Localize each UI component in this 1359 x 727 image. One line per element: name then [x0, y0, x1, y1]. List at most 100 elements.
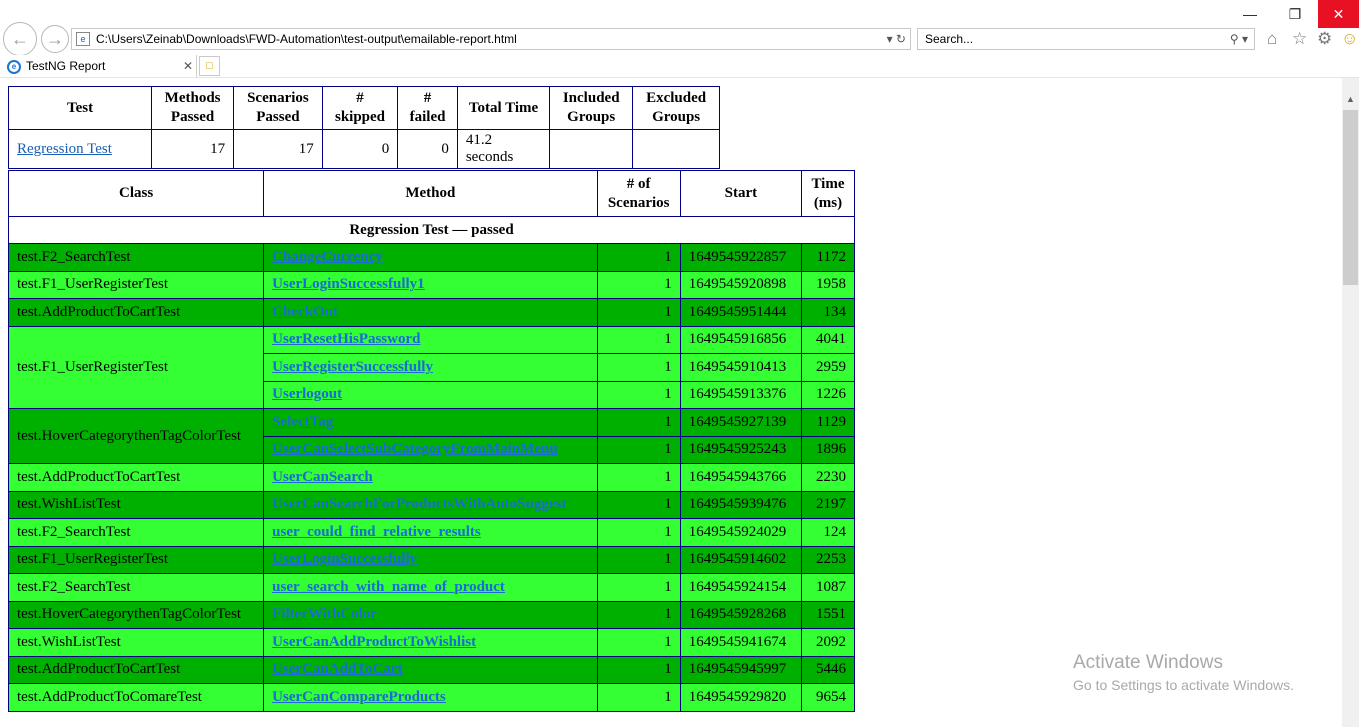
method-link[interactable]: FilterWithColor [272, 606, 377, 622]
header-scenarios-passed: Scenarios Passed [233, 86, 323, 130]
start-cell: 1649545951444 [679, 298, 802, 327]
class-cell: test.F2_SearchTest [7, 243, 265, 272]
group-title: Regression Test — passed [8, 216, 855, 244]
method-link[interactable]: UserCanSearch [272, 469, 373, 485]
method-cell: UserRegisterSuccessfully [263, 353, 598, 382]
home-icon[interactable]: ⌂ [1267, 29, 1277, 49]
new-tab-icon[interactable]: □ [199, 56, 220, 76]
class-cell: test.HoverCategorythenTagColorTest [7, 600, 265, 629]
class-cell: test.F2_SearchTest [7, 573, 265, 602]
favorites-star-icon[interactable]: ☆ [1292, 29, 1307, 49]
back-arrow-icon[interactable]: ← [3, 22, 37, 56]
scenarios-cell: 1 [596, 298, 681, 327]
table-row: test.F1_UserRegisterTest UserLoginSuccess… [7, 545, 856, 574]
header-total-time: Total Time [456, 86, 551, 130]
scenarios-cell: 1 [596, 270, 681, 299]
restore-button[interactable]: ❐ [1273, 0, 1317, 28]
method-link[interactable]: SelectTag [272, 414, 333, 430]
time-cell: 1551 [800, 600, 856, 629]
time-cell: 4041 [800, 325, 856, 354]
class-cell: test.F1_UserRegisterTest [7, 325, 265, 409]
method-cell: UserCanAddToCart [263, 655, 598, 684]
scenarios-cell: 1 [596, 325, 681, 354]
method-link[interactable]: UserCanAddToCart [272, 661, 402, 677]
class-cell: test.AddProductToCartTest [7, 463, 265, 492]
method-link[interactable]: UserLoginSuccessfully1 [272, 276, 425, 292]
start-cell: 1649545941674 [679, 628, 802, 657]
method-link[interactable]: CheckOut [272, 304, 338, 320]
method-link[interactable]: ChangeCurrency [272, 249, 383, 265]
time-cell: 2092 [800, 628, 856, 657]
header-included-groups: Included Groups [549, 86, 634, 130]
method-cell: UserCanSearchForProductsWithAutoSuggest [263, 490, 598, 519]
time-cell: 1129 [800, 408, 856, 437]
detail-table: Class Method # of Scenarios Start Time (… [7, 170, 856, 712]
method-link[interactable]: UserLoginSuccessfully [272, 551, 417, 567]
summary-test-cell: Regression Test [7, 129, 153, 169]
summary-scenarios-passed: 17 [233, 129, 323, 169]
start-cell: 1649545943766 [679, 463, 802, 492]
regression-test-link[interactable]: Regression Test [17, 141, 112, 157]
method-link[interactable]: user_could_find_relative_results [272, 524, 481, 540]
activate-windows-title: Activate Windows [1073, 652, 1223, 673]
summary-row: Regression Test 17 17 0 0 41.2 seconds [7, 129, 720, 169]
search-icon[interactable]: ⚲ ▾ [1230, 29, 1248, 49]
summary-failed: 0 [397, 129, 458, 169]
class-cell: test.F2_SearchTest [7, 518, 265, 547]
summary-total-time: 41.2 seconds [456, 129, 551, 169]
method-cell: UserCanAddProductToWishlist [263, 628, 598, 657]
scroll-thumb[interactable] [1343, 110, 1358, 285]
tab-title: TestNG Report [26, 59, 106, 73]
scroll-up-arrow-icon[interactable]: ▲ [1342, 92, 1359, 106]
table-row: test.HoverCategorythenTagColorTest Select… [7, 408, 856, 464]
scenarios-cell: 1 [596, 573, 681, 602]
address-bar[interactable]: e C:\Users\Zeinab\Downloads\FWD-Automati… [71, 28, 911, 50]
start-cell: 1649545916856 [679, 325, 802, 354]
search-input[interactable]: Search... ⚲ ▾ [917, 28, 1255, 50]
class-cell: test.HoverCategorythenTagColorTest [7, 408, 265, 464]
class-cell: test.AddProductToCartTest [7, 298, 265, 327]
vertical-scrollbar[interactable]: ▲ [1342, 78, 1359, 727]
forward-arrow-icon[interactable]: → [41, 25, 69, 53]
gear-icon[interactable]: ⚙ [1317, 29, 1332, 49]
header-time: Time (ms) [800, 170, 856, 217]
tab-close-icon[interactable]: ✕ [183, 55, 193, 78]
method-cell: UserResetHisPassword [263, 325, 598, 354]
header-class: Class [7, 170, 265, 217]
tab-testng-report[interactable]: e TestNG Report ✕ [0, 55, 197, 78]
scenarios-cell: 1 [596, 353, 681, 382]
start-cell: 1649545927139 [679, 408, 802, 437]
page-icon: e [76, 32, 90, 46]
method-link[interactable]: UserCanAddProductToWishlist [272, 634, 476, 650]
minimize-button[interactable]: — [1228, 0, 1272, 28]
table-row: test.WishListTest UserCanAddProductToWish… [7, 628, 856, 657]
refresh-icon[interactable]: ▾ ↻ [887, 29, 906, 49]
start-cell: 1649545925243 [679, 435, 802, 464]
time-cell: 1087 [800, 573, 856, 602]
table-row: test.AddProductToCartTest UserCanSearch 1 1… [7, 463, 856, 492]
start-cell: 1649545913376 [679, 380, 802, 409]
summary-included-groups [549, 129, 634, 169]
smiley-icon[interactable]: ☺ [1341, 29, 1358, 49]
time-cell: 2197 [800, 490, 856, 519]
method-cell: CheckOut [263, 298, 598, 327]
search-placeholder: Search... [925, 32, 974, 46]
method-cell: SelectTag [263, 408, 598, 437]
close-button[interactable]: ✕ [1318, 0, 1359, 28]
method-link[interactable]: Userlogout [272, 386, 342, 402]
method-link[interactable]: UserCanSelectSubCategoryFromMainMenu [272, 441, 558, 457]
time-cell: 2230 [800, 463, 856, 492]
header-method: Method [263, 170, 598, 217]
method-link[interactable]: UserCanSearchForProductsWithAutoSuggest [272, 496, 566, 512]
method-cell: UserCanSearch [263, 463, 598, 492]
ie-icon: e [7, 60, 21, 74]
method-link[interactable]: UserCanCompareProducts [272, 689, 446, 705]
method-link[interactable]: user_search_with_name_of_product [272, 579, 505, 595]
summary-methods-passed: 17 [151, 129, 235, 169]
summary-table: Test Methods Passed Scenarios Passed # s… [7, 86, 720, 169]
method-link[interactable]: UserRegisterSuccessfully [272, 359, 433, 375]
table-row: test.AddProductToCartTest CheckOut 1 164954… [7, 298, 856, 327]
start-cell: 1649545924154 [679, 573, 802, 602]
header-methods-passed: Methods Passed [151, 86, 235, 130]
method-link[interactable]: UserResetHisPassword [272, 331, 420, 347]
